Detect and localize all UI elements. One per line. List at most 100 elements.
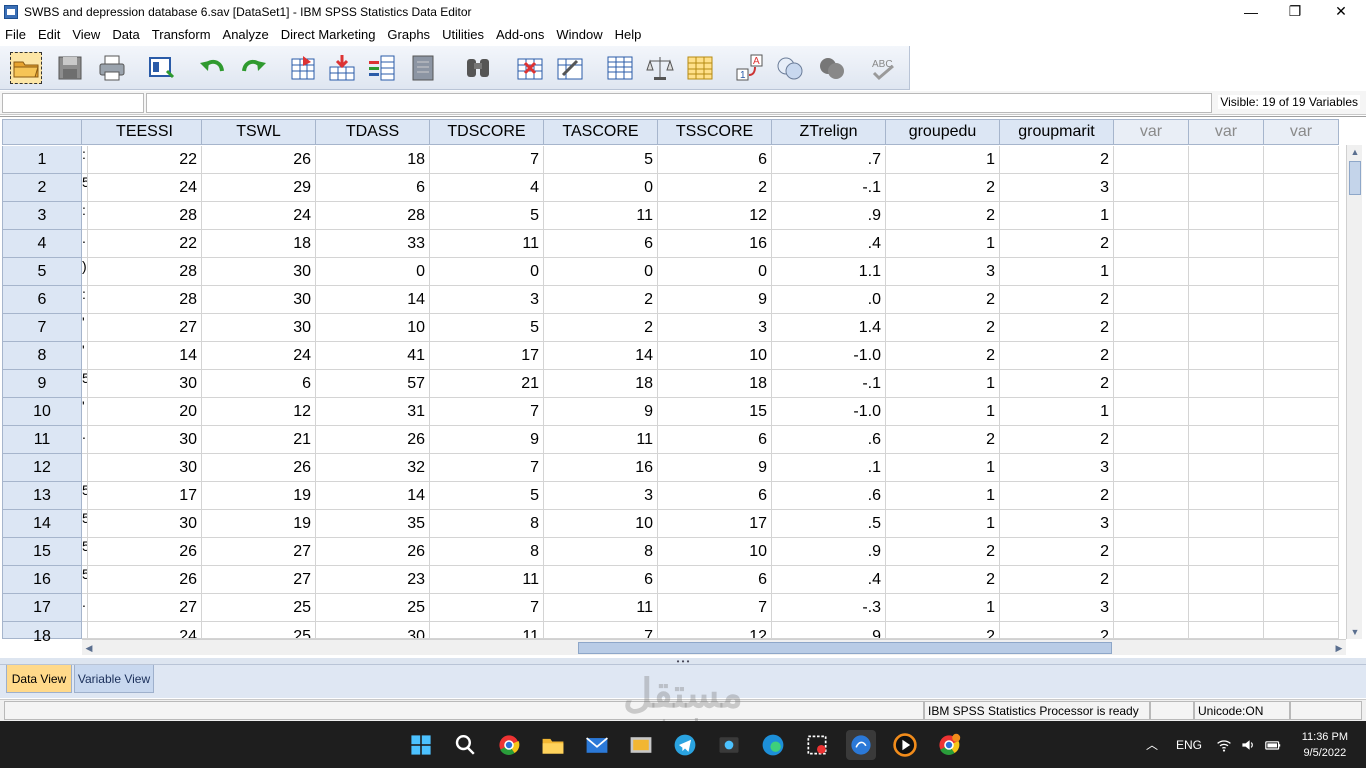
data-cell[interactable]: 8 — [430, 538, 544, 566]
data-cell[interactable]: 25 — [202, 622, 316, 639]
data-cell[interactable]: .0 — [772, 286, 886, 314]
data-cell[interactable] — [1114, 510, 1189, 538]
column-header-groupedu[interactable]: groupedu — [886, 119, 1000, 145]
data-cell[interactable]: 7 — [430, 398, 544, 426]
data-cell[interactable]: 5 — [430, 202, 544, 230]
row-header[interactable]: 8 — [2, 342, 82, 370]
data-cell[interactable]: 7 — [658, 594, 772, 622]
data-cell[interactable] — [1114, 174, 1189, 202]
data-cell[interactable]: 22 — [88, 146, 202, 174]
select-cases-icon[interactable] — [684, 52, 716, 84]
file-explorer-icon[interactable] — [538, 730, 568, 760]
chrome-profile-icon[interactable] — [934, 730, 964, 760]
data-cell[interactable]: 2 — [886, 314, 1000, 342]
data-cell[interactable] — [1114, 202, 1189, 230]
data-cell[interactable]: 5 — [430, 482, 544, 510]
clock[interactable]: 11:36 PM 9/5/2022 — [1302, 729, 1348, 761]
data-cell[interactable]: 26 — [202, 454, 316, 482]
data-cell[interactable] — [1189, 622, 1264, 639]
data-cell[interactable]: 9 — [430, 426, 544, 454]
data-cell[interactable] — [1264, 510, 1339, 538]
data-cell[interactable]: 2 — [658, 174, 772, 202]
column-header-tdass[interactable]: TDASS — [316, 119, 430, 145]
data-cell[interactable]: 2 — [1000, 314, 1114, 342]
data-cell[interactable]: 33 — [316, 230, 430, 258]
data-cell[interactable]: 11 — [430, 622, 544, 639]
data-cell[interactable]: 30 — [202, 314, 316, 342]
data-cell[interactable] — [1264, 622, 1339, 639]
data-cell[interactable]: 23 — [316, 566, 430, 594]
data-cell[interactable]: 2 — [886, 286, 1000, 314]
menu-direct-marketing[interactable]: Direct Marketing — [275, 27, 382, 42]
print-icon[interactable] — [96, 52, 128, 84]
data-cell[interactable]: 3 — [1000, 454, 1114, 482]
data-cell[interactable]: 2 — [1000, 622, 1114, 639]
row-header[interactable]: 13 — [2, 482, 82, 510]
menu-data[interactable]: Data — [106, 27, 145, 42]
data-cell[interactable]: -.1 — [772, 174, 886, 202]
data-cell[interactable] — [1114, 370, 1189, 398]
data-cell[interactable]: 0 — [544, 258, 658, 286]
data-cell[interactable]: 10 — [658, 342, 772, 370]
data-cell[interactable] — [1189, 174, 1264, 202]
data-cell[interactable]: 2 — [1000, 370, 1114, 398]
insert-cases-icon[interactable] — [514, 52, 546, 84]
split-file-icon[interactable] — [604, 52, 636, 84]
row-header[interactable]: 6 — [2, 286, 82, 314]
data-cell[interactable]: 18 — [316, 146, 430, 174]
row-header[interactable]: 16 — [2, 566, 82, 594]
data-cell[interactable]: 18 — [658, 370, 772, 398]
data-cell[interactable] — [1114, 314, 1189, 342]
data-cell[interactable]: 6 — [202, 370, 316, 398]
data-cell[interactable]: 2 — [886, 342, 1000, 370]
data-cell[interactable]: 2 — [886, 566, 1000, 594]
data-cell[interactable]: 14 — [544, 342, 658, 370]
data-cell[interactable]: 1.1 — [772, 258, 886, 286]
data-cell[interactable]: .4 — [772, 230, 886, 258]
data-cell[interactable]: 1 — [886, 454, 1000, 482]
data-cell[interactable]: 24 — [202, 202, 316, 230]
row-header[interactable]: 7 — [2, 314, 82, 342]
data-cell[interactable]: 11 — [430, 230, 544, 258]
data-cell[interactable]: 20 — [88, 398, 202, 426]
data-cell[interactable]: 17 — [88, 482, 202, 510]
data-cell[interactable]: 30 — [316, 622, 430, 639]
data-cell[interactable]: 2 — [1000, 426, 1114, 454]
data-cell[interactable] — [1114, 482, 1189, 510]
media-player-icon[interactable] — [890, 730, 920, 760]
data-cell[interactable]: 30 — [202, 286, 316, 314]
row-header[interactable]: 4 — [2, 230, 82, 258]
data-cell[interactable]: 1 — [886, 510, 1000, 538]
data-cell[interactable]: 21 — [202, 426, 316, 454]
data-cell[interactable]: 2 — [886, 202, 1000, 230]
data-cell[interactable]: -.3 — [772, 594, 886, 622]
data-cell[interactable]: 2 — [1000, 566, 1114, 594]
row-header[interactable]: 3 — [2, 202, 82, 230]
menu-help[interactable]: Help — [609, 27, 648, 42]
data-cell[interactable] — [1189, 510, 1264, 538]
value-labels-icon[interactable]: A1 — [734, 52, 766, 84]
data-cell[interactable]: 12 — [658, 202, 772, 230]
data-cell[interactable]: 3 — [1000, 174, 1114, 202]
data-cell[interactable] — [1189, 426, 1264, 454]
data-cell[interactable]: 25 — [316, 594, 430, 622]
data-cell[interactable]: .6 — [772, 482, 886, 510]
data-cell[interactable] — [1264, 566, 1339, 594]
data-cell[interactable] — [1114, 286, 1189, 314]
data-cell[interactable]: .9 — [772, 538, 886, 566]
data-cell[interactable]: 2 — [544, 314, 658, 342]
maximize-button[interactable]: ❐ — [1272, 0, 1318, 23]
data-cell[interactable]: 15 — [658, 398, 772, 426]
data-cell[interactable] — [1189, 594, 1264, 622]
data-cell[interactable] — [1114, 258, 1189, 286]
data-cell[interactable]: 28 — [88, 202, 202, 230]
data-cell[interactable]: 2 — [1000, 482, 1114, 510]
data-cell[interactable]: 16 — [658, 230, 772, 258]
data-cell[interactable] — [1189, 230, 1264, 258]
data-cell[interactable] — [1189, 314, 1264, 342]
data-cell[interactable]: 26 — [88, 538, 202, 566]
row-header[interactable]: 17 — [2, 594, 82, 622]
data-cell[interactable]: 7 — [430, 594, 544, 622]
data-cell[interactable]: 26 — [88, 566, 202, 594]
column-header-ztrelign[interactable]: ZTrelign — [772, 119, 886, 145]
